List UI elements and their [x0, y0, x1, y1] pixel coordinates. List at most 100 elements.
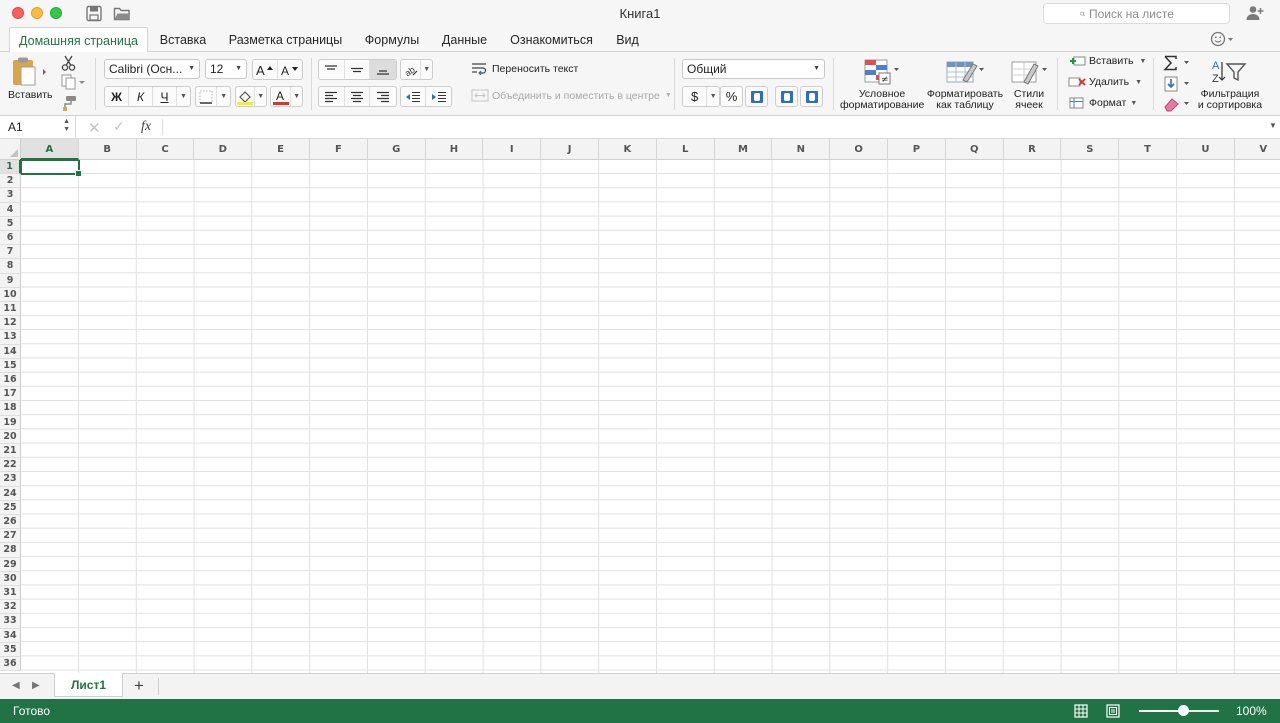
font-color-options-button[interactable]: ▼ — [291, 87, 302, 106]
row-header[interactable]: 15 — [0, 358, 21, 373]
increase-decimal-button[interactable] — [775, 86, 798, 107]
column-header[interactable]: D — [194, 139, 253, 160]
format-painter-icon[interactable] — [60, 95, 78, 111]
column-header[interactable]: H — [425, 139, 484, 160]
decrease-decimal-button[interactable] — [800, 86, 823, 107]
row-header[interactable]: 21 — [0, 444, 21, 459]
next-sheet-arrow-icon[interactable]: ▶ — [32, 680, 40, 691]
copy-icon[interactable] — [60, 74, 88, 90]
autosum-sigma-icon[interactable] — [1163, 55, 1193, 71]
fill-color-options-button[interactable]: ▼ — [255, 87, 266, 106]
align-top-button[interactable] — [319, 60, 345, 79]
column-header[interactable]: S — [1061, 139, 1120, 160]
row-header[interactable]: 33 — [0, 614, 21, 629]
row-header[interactable]: 10 — [0, 287, 21, 302]
name-box[interactable]: A1 ▲ ▼ — [0, 116, 76, 138]
delete-cells-button[interactable]: Удалить ▼ — [1068, 76, 1142, 88]
column-header[interactable]: I — [483, 139, 542, 160]
formula-input[interactable] — [166, 117, 1266, 137]
open-folder-icon[interactable] — [113, 5, 131, 22]
clear-eraser-icon[interactable] — [1163, 96, 1193, 112]
underline-button[interactable]: Ч — [153, 87, 177, 106]
row-header[interactable]: 11 — [0, 302, 21, 317]
borders-options-button[interactable]: ▼ — [217, 87, 230, 106]
column-header[interactable]: U — [1177, 139, 1235, 160]
search-input[interactable] — [1089, 6, 1229, 21]
row-header[interactable]: 14 — [0, 344, 21, 359]
orientation-options-button[interactable]: ▼ — [421, 60, 432, 79]
select-all-corner[interactable] — [0, 139, 21, 160]
row-header[interactable]: 26 — [0, 515, 21, 530]
row-header[interactable]: 34 — [0, 628, 21, 643]
sort-filter-button[interactable]: A Z Фильтрация и сортировка — [1196, 58, 1264, 114]
row-header[interactable]: 24 — [0, 486, 21, 501]
row-header[interactable]: 2 — [0, 174, 21, 189]
decrease-font-size-button[interactable]: A — [278, 60, 302, 79]
column-header[interactable]: A — [21, 139, 79, 160]
tab-data[interactable]: Данные — [434, 27, 495, 52]
decrease-indent-button[interactable] — [401, 87, 427, 106]
align-center-button[interactable] — [345, 87, 371, 106]
comma-style-button[interactable] — [745, 86, 768, 107]
tab-review[interactable]: Ознакомиться — [503, 27, 600, 52]
align-right-button[interactable] — [370, 87, 396, 106]
previous-sheet-arrow-icon[interactable]: ◀ — [12, 680, 20, 691]
row-header[interactable]: 35 — [0, 642, 21, 657]
save-icon[interactable] — [85, 5, 103, 22]
row-header[interactable]: 29 — [0, 557, 21, 572]
row-header[interactable]: 5 — [0, 216, 21, 231]
insert-cells-button[interactable]: Вставить ▼ — [1068, 55, 1146, 67]
row-header[interactable]: 32 — [0, 600, 21, 615]
row-header[interactable]: 8 — [0, 259, 21, 274]
cancel-x-icon[interactable]: ✕ — [88, 119, 101, 137]
format-as-table-button[interactable]: Форматировать как таблицу — [926, 58, 1004, 114]
row-header[interactable]: 16 — [0, 373, 21, 388]
column-header[interactable]: T — [1119, 139, 1177, 160]
row-header[interactable]: 13 — [0, 330, 21, 345]
zoom-window-button[interactable] — [50, 7, 62, 19]
column-header[interactable]: K — [599, 139, 657, 160]
row-header[interactable]: 27 — [0, 529, 21, 544]
column-header[interactable]: Q — [945, 139, 1004, 160]
column-header[interactable]: E — [252, 139, 310, 160]
row-header[interactable]: 30 — [0, 571, 21, 586]
align-left-button[interactable] — [319, 87, 345, 106]
name-box-stepper-icon[interactable]: ▲ ▼ — [63, 118, 70, 134]
feedback-smiley-icon[interactable] — [1210, 31, 1236, 47]
column-header[interactable]: B — [78, 139, 137, 160]
minimize-window-button[interactable] — [31, 7, 43, 19]
column-header[interactable]: O — [830, 139, 888, 160]
spreadsheet-grid[interactable]: A B C D E F G H I J K L M N O P Q R S T U V 1 2 3 4 5 6 7 8 9 10 11 12 13 1… — [0, 139, 1280, 673]
row-header[interactable]: 28 — [0, 543, 21, 558]
column-header[interactable]: G — [367, 139, 426, 160]
row-header[interactable]: 6 — [0, 231, 21, 246]
active-cell-selection[interactable] — [20, 159, 82, 177]
column-header[interactable]: V — [1234, 139, 1280, 160]
insert-function-button[interactable]: fx — [141, 119, 151, 135]
orientation-button[interactable]: ab — [401, 60, 422, 79]
share-person-icon[interactable] — [1246, 5, 1264, 21]
normal-view-icon[interactable] — [1074, 704, 1088, 718]
zoom-level[interactable]: 100% — [1236, 704, 1267, 718]
page-layout-view-icon[interactable] — [1106, 704, 1120, 718]
column-header[interactable]: J — [541, 139, 599, 160]
row-header[interactable]: 9 — [0, 273, 21, 288]
align-middle-button[interactable] — [345, 60, 371, 79]
bold-button[interactable]: Ж — [105, 87, 129, 106]
merge-center-button[interactable]: Объединить и поместить в центре ▼ — [471, 89, 672, 102]
conditional-formatting-button[interactable]: ≠ Условное форматирование — [840, 58, 924, 114]
tab-formulas[interactable]: Формулы — [358, 27, 426, 52]
align-bottom-button[interactable] — [370, 60, 396, 79]
row-header[interactable]: 3 — [0, 188, 21, 203]
column-header[interactable]: N — [772, 139, 831, 160]
tab-page-layout[interactable]: Разметка страницы — [222, 27, 349, 52]
column-header[interactable]: L — [656, 139, 715, 160]
tab-insert[interactable]: Вставка — [152, 27, 214, 52]
column-header[interactable]: R — [1003, 139, 1062, 160]
row-header[interactable]: 4 — [0, 202, 21, 217]
row-header[interactable]: 22 — [0, 458, 21, 473]
row-header[interactable]: 20 — [0, 429, 21, 444]
cell-styles-button[interactable]: Стили ячеек — [1008, 58, 1050, 114]
fill-down-icon[interactable] — [1163, 76, 1193, 92]
currency-format-button[interactable]: $ — [683, 87, 708, 106]
